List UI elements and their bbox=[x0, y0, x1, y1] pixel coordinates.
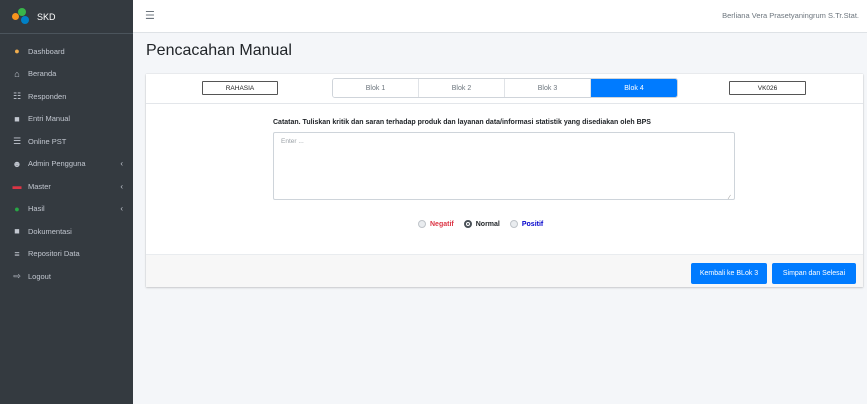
chevron-left-icon: ‹ bbox=[120, 159, 123, 169]
sidebar-item-label: Dashboard bbox=[28, 46, 65, 56]
topbar: ☰ Berliana Vera Prasetyaningrum S.Tr.Sta… bbox=[133, 0, 867, 33]
sidebar-item-label: Responden bbox=[28, 91, 67, 101]
sidebar-item-dokumentasi[interactable]: ■ Dokumentasi bbox=[0, 220, 133, 243]
brand-name: SKD bbox=[37, 11, 56, 22]
radio-label: Positif bbox=[521, 220, 544, 228]
radio-button[interactable] bbox=[418, 220, 426, 228]
card-header: RAHASIA Blok 1 Blok 2 Blok 3 Blok 4 VK026 bbox=[146, 74, 863, 104]
secret-label: RAHASIA bbox=[202, 81, 278, 95]
sidebar-item-label: Logout bbox=[28, 271, 51, 281]
folder-icon: ▬ bbox=[12, 181, 22, 192]
hamburger-menu-icon[interactable]: ☰ bbox=[145, 9, 155, 22]
database-icon: ≡ bbox=[14, 248, 20, 259]
logout-icon: ⇨ bbox=[13, 270, 21, 281]
sidebar: SKD ● Dashboard ⌂ Beranda ☷ Responden ■ Entri M… bbox=[0, 0, 133, 404]
sidebar-item-online-pst[interactable]: ☰ Online PST bbox=[0, 130, 133, 153]
circle-icon: ● bbox=[14, 203, 20, 214]
chevron-left-icon: ‹ bbox=[120, 204, 123, 214]
sidebar-item-responden[interactable]: ☷ Responden bbox=[0, 85, 133, 108]
radio-label: Normal bbox=[475, 220, 500, 228]
radio-negatif[interactable]: Negatif bbox=[418, 220, 454, 228]
radio-positif[interactable]: Positif bbox=[509, 220, 544, 228]
sidebar-item-label: Admin Pengguna bbox=[28, 159, 86, 169]
save-and-finish-button[interactable]: Simpan dan Selesai bbox=[772, 263, 856, 284]
bps-logo-icon bbox=[12, 7, 30, 26]
tab-blok-3[interactable]: Blok 3 bbox=[505, 79, 591, 97]
sidebar-item-label: Dokumentasi bbox=[28, 226, 72, 236]
users-icon: ☷ bbox=[12, 90, 22, 101]
page-title: Pencacahan Manual bbox=[146, 42, 292, 59]
catatan-label: Catatan. Tuliskan kritik dan saran terha… bbox=[273, 119, 651, 126]
sidebar-item-label: Repositori Data bbox=[28, 249, 80, 259]
sidebar-item-dashboard[interactable]: ● Dashboard bbox=[0, 40, 133, 63]
radio-label: Negatif bbox=[430, 220, 454, 228]
home-icon: ⌂ bbox=[14, 68, 20, 79]
sidebar-item-logout[interactable]: ⇨ Logout bbox=[0, 265, 133, 288]
radio-normal[interactable]: Normal bbox=[463, 220, 500, 228]
sidebar-item-label: Beranda bbox=[28, 69, 57, 79]
brand[interactable]: SKD bbox=[0, 0, 133, 34]
sidebar-item-master[interactable]: ▬ Master ‹ bbox=[0, 175, 133, 198]
blok-tabs: Blok 1 Blok 2 Blok 3 Blok 4 bbox=[332, 78, 678, 98]
user-cog-icon: ☻ bbox=[12, 158, 22, 169]
sentiment-radio-group: Negatif Normal Positif bbox=[418, 220, 543, 228]
resize-handle-icon[interactable]: ∕ bbox=[729, 195, 730, 201]
chevron-left-icon: ‹ bbox=[120, 181, 123, 191]
sidebar-item-label: Entri Manual bbox=[28, 114, 71, 124]
code-label: VK026 bbox=[729, 81, 806, 95]
tab-blok-4[interactable]: Blok 4 bbox=[591, 79, 677, 97]
sidebar-item-beranda[interactable]: ⌂ Beranda bbox=[0, 63, 133, 86]
sidebar-item-entri-manual[interactable]: ■ Entri Manual bbox=[0, 108, 133, 131]
back-to-blok3-button[interactable]: Kembali ke BLok 3 bbox=[691, 263, 767, 284]
palette-icon: ● bbox=[14, 46, 20, 57]
file-icon: ■ bbox=[14, 113, 20, 124]
tab-blok-2[interactable]: Blok 2 bbox=[419, 79, 505, 97]
sidebar-item-admin-pengguna[interactable]: ☻ Admin Pengguna ‹ bbox=[0, 153, 133, 176]
sidebar-item-hasil[interactable]: ● Hasil ‹ bbox=[0, 198, 133, 221]
sidebar-item-label: Master bbox=[28, 181, 51, 191]
sidebar-item-repositori-data[interactable]: ≡ Repositori Data bbox=[0, 243, 133, 266]
sidebar-nav: ● Dashboard ⌂ Beranda ☷ Responden ■ Entri Manua… bbox=[0, 34, 133, 288]
sidebar-item-label: Online PST bbox=[28, 136, 67, 146]
catatan-textarea[interactable] bbox=[273, 132, 735, 200]
radio-button[interactable] bbox=[463, 220, 472, 228]
tab-blok-1[interactable]: Blok 1 bbox=[333, 79, 419, 97]
radio-button[interactable] bbox=[509, 220, 518, 228]
card-footer: Kembali ke BLok 3 Simpan dan Selesai bbox=[146, 254, 863, 287]
form-card: RAHASIA Blok 1 Blok 2 Blok 3 Blok 4 VK026 C… bbox=[146, 74, 863, 287]
document-icon: ■ bbox=[14, 226, 20, 237]
user-name[interactable]: Berliana Vera Prasetyaningrum S.Tr.Stat. bbox=[722, 11, 859, 20]
list-icon: ☰ bbox=[12, 135, 22, 146]
sidebar-item-label: Hasil bbox=[28, 204, 45, 214]
